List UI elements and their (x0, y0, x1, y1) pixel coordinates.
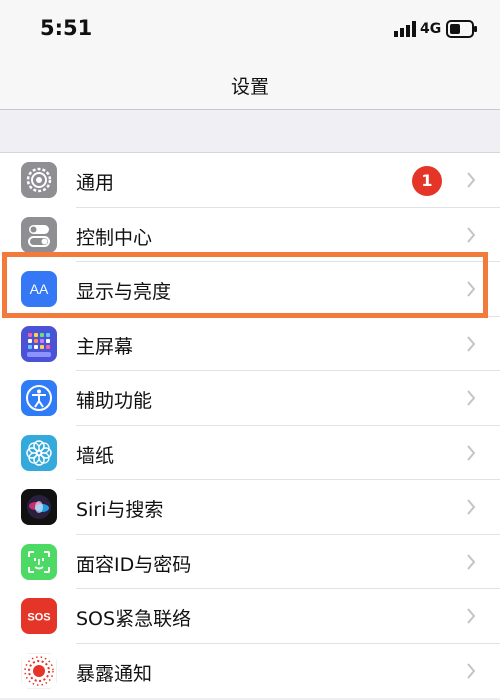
settings-row-general[interactable]: 通用 1 (0, 153, 500, 208)
svg-text:AA: AA (30, 281, 49, 297)
settings-row-display-brightness[interactable]: AA 显示与亮度 (0, 262, 500, 317)
settings-list: 通用 1 控制中心 AA 显示与亮度 主屏幕 辅助功能 墙纸 Siri与搜索 面… (0, 152, 500, 698)
chevron-right-icon (467, 499, 476, 515)
settings-row-label: 辅助功能 (76, 390, 153, 412)
chevron-right-icon (467, 226, 476, 243)
settings-row-face-id-passcode[interactable]: 面容ID与密码 (0, 534, 500, 589)
settings-row-label: 主屏幕 (76, 335, 134, 358)
chevron-right-icon (467, 281, 476, 297)
text-size-icon: AA (21, 271, 57, 307)
settings-row-label: 控制中心 (76, 226, 153, 249)
battery-icon (446, 20, 477, 38)
chevron-right-icon (467, 172, 476, 188)
face-id-icon (21, 543, 57, 580)
settings-row-label: 显示与亮度 (76, 281, 172, 303)
settings-row-exposure-notifications[interactable]: 暴露通知 (0, 643, 500, 698)
settings-row-label: SOS紧急联络 (76, 608, 192, 630)
chevron-right-icon (467, 608, 476, 624)
svg-text:SOS: SOS (27, 612, 50, 624)
notification-badge: 1 (412, 166, 442, 196)
chevron-right-icon (467, 390, 476, 406)
network-type-label: 4G (420, 21, 442, 37)
chevron-right-icon (467, 444, 476, 461)
settings-row-emergency-sos[interactable]: SOS SOS紧急联络 (0, 589, 500, 644)
exposure-icon (21, 652, 57, 689)
settings-row-label: Siri与搜索 (76, 499, 164, 521)
settings-row-label: 面容ID与密码 (76, 553, 192, 576)
navigation-bar: 设置 (0, 58, 500, 110)
toggles-icon (21, 216, 57, 253)
settings-row-control-center[interactable]: 控制中心 (0, 207, 500, 262)
settings-row-label: 通用 (76, 172, 115, 194)
chevron-right-icon (467, 335, 476, 352)
home-grid-icon (21, 325, 57, 362)
settings-row-home-screen[interactable]: 主屏幕 (0, 316, 500, 371)
settings-row-label: 暴露通知 (76, 662, 153, 685)
accessibility-icon (21, 380, 57, 416)
settings-row-wallpaper[interactable]: 墙纸 (0, 425, 500, 480)
siri-icon (21, 489, 57, 525)
chevron-right-icon (467, 662, 476, 679)
flower-icon (21, 434, 57, 471)
status-bar: 5:51 4G (0, 0, 500, 58)
chevron-right-icon (467, 553, 476, 570)
gear-icon (21, 162, 57, 198)
settings-row-accessibility[interactable]: 辅助功能 (0, 371, 500, 426)
settings-row-label: 墙纸 (76, 444, 115, 467)
page-title: 设置 (230, 76, 269, 98)
sos-icon: SOS (21, 598, 57, 634)
status-time: 5:51 (40, 16, 93, 40)
settings-row-siri-search[interactable]: Siri与搜索 (0, 480, 500, 535)
settings-screen: 5:51 4G 设置 通用 1 控制中心 AA 显示与亮度 主屏幕 辅助功能 墙… (0, 0, 500, 700)
signal-icon (394, 21, 416, 37)
